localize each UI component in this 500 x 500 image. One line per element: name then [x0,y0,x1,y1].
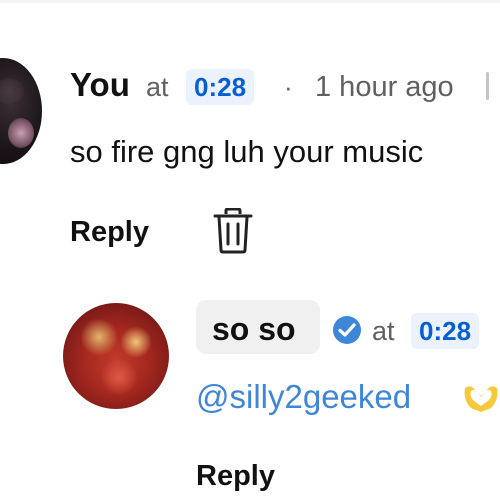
more-vert-icon[interactable] [486,72,489,100]
at-label: at [146,72,169,102]
comment-text: so fire gng luh your music [70,134,424,169]
divider [0,0,500,3]
reply-author[interactable]: so so [212,310,296,348]
reply-reply-button[interactable]: Reply [196,456,275,496]
user-avatar[interactable] [0,58,42,164]
trash-icon[interactable] [212,208,254,254]
comment-author[interactable]: You [70,66,130,104]
comments-panel: You at 0:28 · 1 hour ago so fire gng luh… [0,0,500,500]
mention-link[interactable]: @silly2geeked [196,378,411,415]
timestamp-link[interactable]: 0:28 [186,69,255,105]
reply-text: @silly2geeked [196,376,411,418]
reply-at-label: at [372,316,395,346]
reply-timestamp-link[interactable]: 0:28 [411,313,480,349]
heart-hands-emoji [464,386,498,412]
verified-check-icon [333,316,361,344]
reply-user-avatar[interactable] [63,303,169,409]
separator-dot: · [284,72,293,102]
comment-time-ago[interactable]: 1 hour ago [315,68,454,106]
reply-button[interactable]: Reply [70,212,149,252]
